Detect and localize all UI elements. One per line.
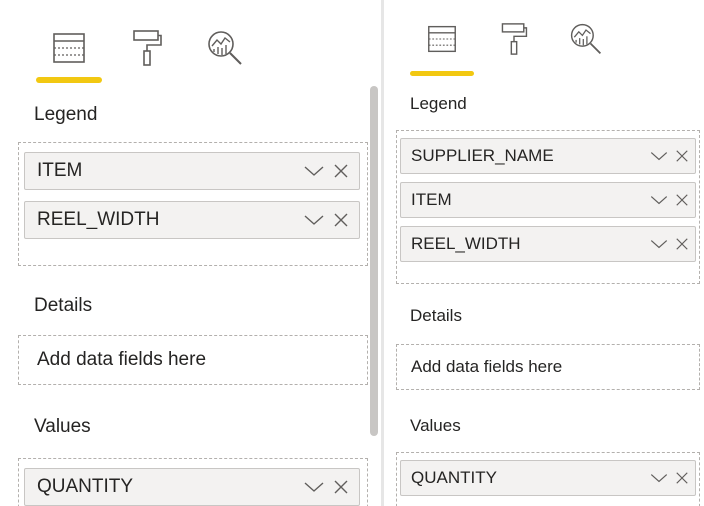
field-name: ITEM [37, 160, 83, 181]
tab-fields[interactable] [30, 22, 108, 83]
chevron-down-icon[interactable] [649, 472, 669, 484]
close-icon[interactable] [675, 237, 689, 251]
chevron-down-icon[interactable] [303, 164, 325, 178]
chevron-down-icon[interactable] [649, 150, 669, 162]
field-name: QUANTITY [37, 476, 134, 497]
field-name: REEL_WIDTH [37, 209, 160, 230]
details-label: Details [34, 295, 93, 316]
tab-analytics[interactable] [186, 22, 264, 74]
close-icon[interactable] [675, 149, 689, 163]
visualizations-pane-right: Legend SUPPLIER_NAME ITEM REEL_WIDTH Det… [384, 0, 704, 506]
values-label: Values [410, 416, 461, 435]
details-well-placeholder[interactable]: Add data fields here [18, 335, 368, 385]
values-field-quantity[interactable]: QUANTITY [400, 460, 696, 496]
chevron-down-icon[interactable] [649, 238, 669, 250]
legend-field-item[interactable]: ITEM [24, 152, 360, 190]
close-icon[interactable] [675, 471, 689, 485]
field-name: SUPPLIER_NAME [411, 146, 554, 165]
details-well-placeholder[interactable]: Add data fields here [396, 344, 700, 390]
active-tab-indicator [410, 71, 474, 76]
tab-analytics[interactable] [550, 16, 622, 62]
close-icon[interactable] [333, 479, 349, 495]
chevron-down-icon[interactable] [649, 194, 669, 206]
active-tab-indicator [36, 77, 102, 83]
legend-field-item[interactable]: ITEM [400, 182, 696, 218]
fields-icon [53, 33, 85, 63]
format-paint-roller-icon [133, 30, 162, 66]
pane-tabs [406, 16, 622, 76]
legend-field-reel-width[interactable]: REEL_WIDTH [24, 201, 360, 239]
field-name: REEL_WIDTH [411, 234, 521, 253]
tab-fields[interactable] [406, 16, 478, 76]
close-icon[interactable] [333, 163, 349, 179]
field-name: ITEM [411, 190, 452, 209]
chevron-down-icon[interactable] [303, 480, 325, 494]
field-name: QUANTITY [411, 468, 497, 487]
values-label: Values [34, 416, 91, 437]
tab-format[interactable] [478, 16, 550, 62]
vertical-scrollbar[interactable] [370, 86, 378, 436]
fields-icon [428, 25, 456, 53]
pane-tabs [30, 22, 264, 83]
analytics-magnifier-icon [208, 31, 242, 65]
close-icon[interactable] [333, 212, 349, 228]
legend-label: Legend [410, 94, 467, 113]
format-paint-roller-icon [501, 23, 528, 55]
values-field-quantity[interactable]: QUANTITY [24, 468, 360, 506]
visualizations-pane-left: Legend ITEM REEL_WIDTH Details Add data … [0, 0, 381, 506]
tab-format[interactable] [108, 22, 186, 74]
close-icon[interactable] [675, 193, 689, 207]
chevron-down-icon[interactable] [303, 213, 325, 227]
analytics-magnifier-icon [570, 23, 602, 55]
legend-field-supplier-name[interactable]: SUPPLIER_NAME [400, 138, 696, 174]
details-label: Details [410, 306, 462, 325]
legend-field-reel-width[interactable]: REEL_WIDTH [400, 226, 696, 262]
legend-label: Legend [34, 104, 98, 125]
